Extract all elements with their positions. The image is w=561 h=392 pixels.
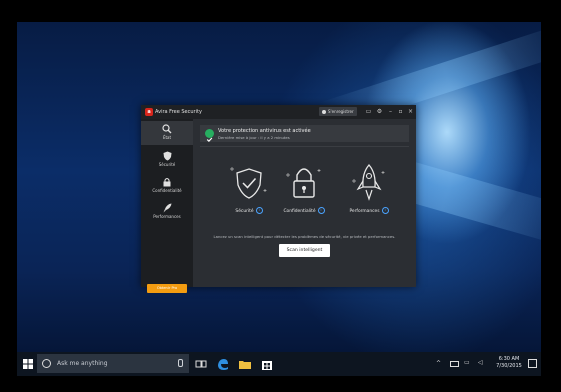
- rocket-icon: [163, 203, 171, 213]
- avira-logo: a: [145, 108, 153, 116]
- close-icon[interactable]: ×: [407, 108, 414, 115]
- chat-icon[interactable]: ▭: [365, 108, 372, 115]
- clock-time: 6:30 AM: [498, 356, 520, 362]
- sidebar-item-label: Performances: [153, 214, 181, 219]
- volume-icon[interactable]: ◁: [478, 359, 483, 366]
- register-button[interactable]: S'enregistrer: [319, 107, 357, 116]
- info-icon[interactable]: i: [255, 207, 263, 214]
- sidebar-item-label: Sécurité: [158, 162, 176, 167]
- register-label: S'enregistrer: [328, 109, 354, 114]
- gear-icon[interactable]: ⚙: [376, 108, 383, 115]
- scan-hint: Lancez un scan intelligent pour détecter…: [213, 234, 396, 239]
- status-banner: Votre protection antivirus est activée D…: [200, 125, 409, 143]
- sidebar-item-securite[interactable]: Sécurité: [141, 148, 193, 170]
- smart-scan-button[interactable]: Scan intelligent: [279, 244, 330, 257]
- main-panel: Votre protection antivirus est activée D…: [193, 119, 416, 287]
- feature-securite[interactable]: Sécurité i: [219, 163, 279, 214]
- sidebar-item-performances[interactable]: Performances: [141, 200, 193, 222]
- status-subtitle: Dernière mise à jour : il y a 2 minutes: [218, 135, 290, 140]
- task-view-icon[interactable]: [194, 357, 208, 371]
- taskbar-search-box[interactable]: Ask me anything: [37, 354, 189, 373]
- feature-label: Confidentialité: [283, 209, 316, 214]
- feature-label: Sécurité: [235, 209, 254, 214]
- maximize-icon[interactable]: ▫: [397, 108, 404, 115]
- file-explorer-icon[interactable]: [238, 357, 252, 371]
- feature-performances[interactable]: Performances i: [339, 163, 399, 214]
- edge-icon[interactable]: [216, 357, 230, 371]
- microphone-icon[interactable]: [178, 359, 183, 367]
- lock-icon: [163, 177, 171, 187]
- search-icon: [162, 124, 172, 134]
- check-icon: [205, 129, 214, 143]
- network-icon[interactable]: ▭: [464, 359, 470, 366]
- windows-start-icon[interactable]: [23, 359, 33, 369]
- status-title: Votre protection antivirus est activée: [218, 128, 311, 134]
- sidebar-item-label: État: [162, 135, 172, 140]
- sidebar-item-label: Confidentialité: [152, 188, 182, 193]
- padlock-icon: [286, 168, 321, 198]
- battery-icon[interactable]: [450, 361, 459, 367]
- clock[interactable]: 6:30 AM 7/30/2015: [492, 356, 526, 370]
- sidebar-item-etat[interactable]: État: [141, 121, 193, 145]
- taskbar: Ask me anything ^ ▭ ◁ 6:30 AM 7/30/2015: [17, 352, 541, 376]
- info-icon[interactable]: i: [317, 207, 325, 214]
- tray-chevron-icon[interactable]: ^: [436, 360, 441, 367]
- action-center-icon[interactable]: [528, 359, 537, 368]
- feature-confidentialite[interactable]: Confidentialité i: [274, 163, 334, 214]
- window-titlebar[interactable]: a Avira Free Security S'enregistrer ▭ ⚙ …: [141, 105, 416, 119]
- user-icon: [322, 110, 326, 114]
- search-placeholder: Ask me anything: [57, 360, 108, 367]
- minimize-icon[interactable]: –: [387, 108, 394, 115]
- shield-check-icon: [230, 167, 267, 199]
- app-title: Avira Free Security: [155, 109, 202, 115]
- clock-date: 7/30/2015: [496, 363, 522, 369]
- feature-label: Performances: [349, 209, 380, 214]
- sidebar: État Sécurité Confidentialité Performanc…: [141, 119, 193, 293]
- rocket-icon: [352, 164, 385, 201]
- store-icon[interactable]: [260, 357, 274, 371]
- cortana-icon: [42, 359, 51, 368]
- shield-icon: [163, 151, 171, 161]
- sidebar-item-confidentialite[interactable]: Confidentialité: [141, 174, 193, 196]
- info-icon[interactable]: i: [381, 207, 389, 214]
- upgrade-button[interactable]: Obtenir Pro: [147, 284, 187, 293]
- divider: [200, 146, 409, 147]
- avira-window: a Avira Free Security S'enregistrer ▭ ⚙ …: [141, 105, 416, 293]
